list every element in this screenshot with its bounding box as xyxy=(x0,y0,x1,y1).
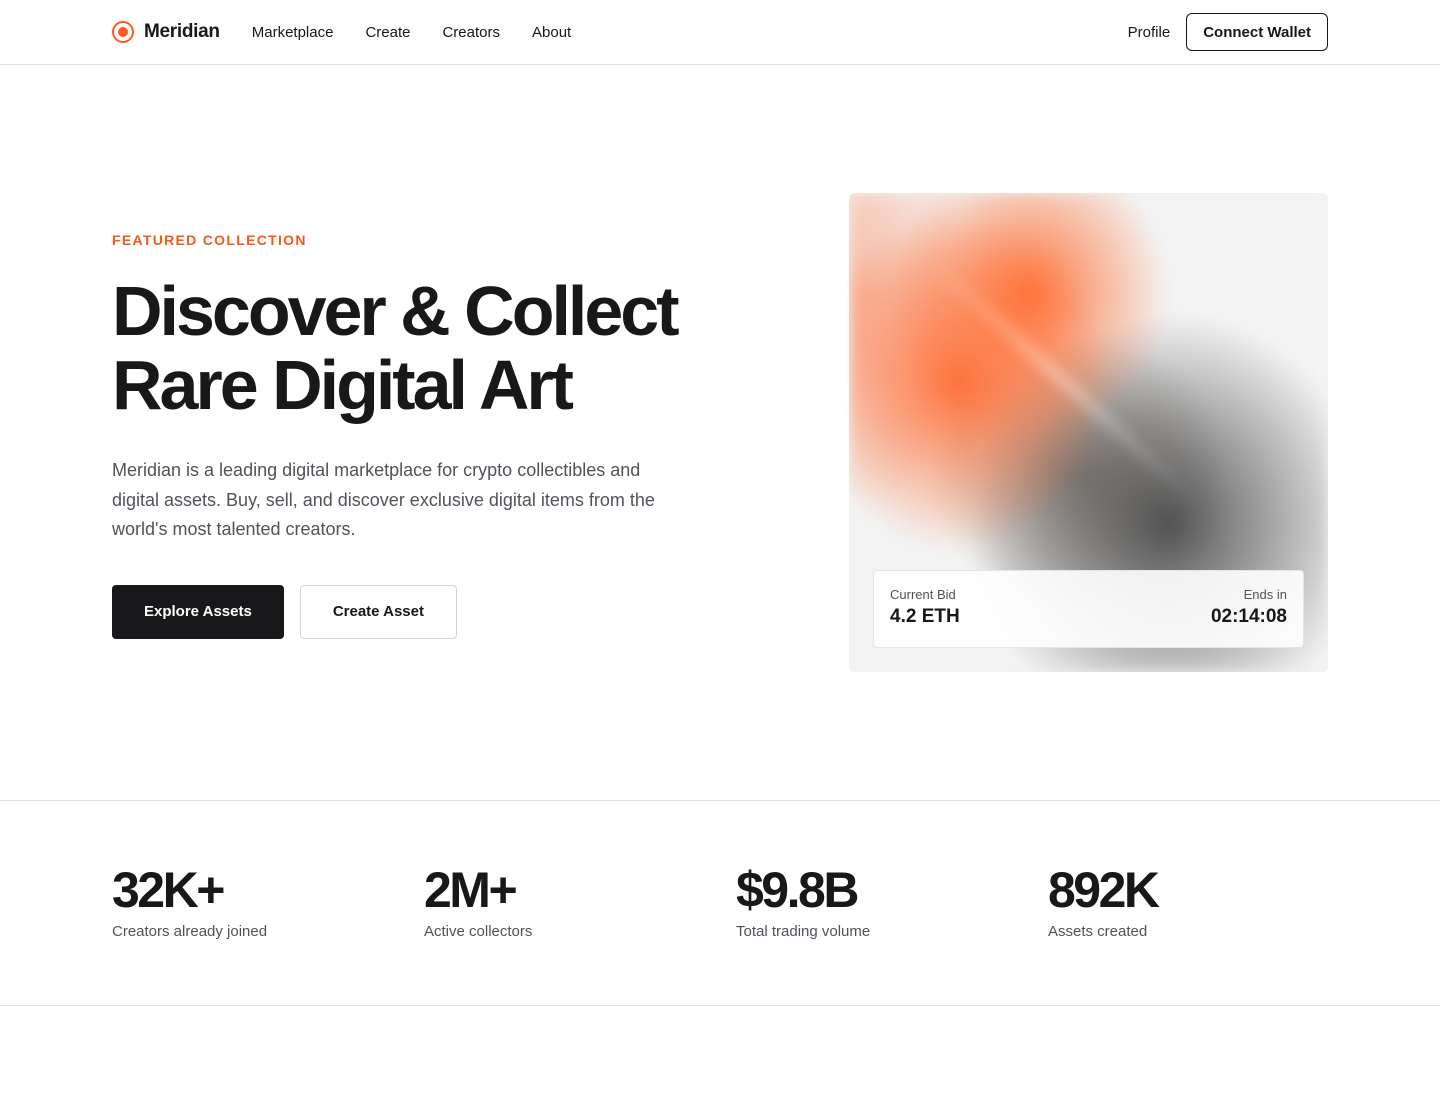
brand-logo[interactable]: Meridian xyxy=(112,21,220,43)
main-nav: Marketplace Create Creators About xyxy=(252,24,571,41)
featured-artwork-card[interactable]: Current Bid 4.2 ETH Ends in 02:14:08 xyxy=(849,193,1328,672)
connect-wallet-button[interactable]: Connect Wallet xyxy=(1186,13,1328,51)
ends-in-value: 02:14:08 xyxy=(1210,606,1287,627)
create-asset-button[interactable]: Create Asset xyxy=(299,584,457,639)
stat-value: 2M+ xyxy=(424,862,518,918)
current-bid-label: Current Bid xyxy=(890,587,956,602)
header-actions: Profile Connect Wallet xyxy=(1128,13,1328,51)
hero-actions: Explore Assets Create Asset xyxy=(112,584,732,639)
hero-description: Meridian is a leading digital marketplac… xyxy=(112,460,655,539)
hero-section: FEATURED COLLECTION Discover & Collect R… xyxy=(112,232,732,639)
stat-value: $9.8B xyxy=(736,862,859,918)
current-bid: Current Bid 4.2 ETH xyxy=(890,587,960,631)
stat-value: 892K xyxy=(1048,862,1160,918)
hero-title: Discover & Collect Rare Digital Art xyxy=(112,274,732,422)
hero-title-line-2: Rare Digital Art xyxy=(112,346,574,424)
stat-label: Active collectors xyxy=(424,923,533,940)
stat-label: Assets created xyxy=(1048,923,1148,940)
hero-title-line-1: Discover & Collect xyxy=(112,272,680,350)
site-header: Meridian Marketplace Create Creators Abo… xyxy=(0,0,1440,65)
stats-section: 32K+ Creators already joined 2M+ Active … xyxy=(0,800,1440,1006)
profile-link[interactable]: Profile xyxy=(1128,24,1171,41)
radio-target-icon xyxy=(112,21,134,43)
nav-item-create[interactable]: Create xyxy=(365,24,410,41)
bid-panel: Current Bid 4.2 ETH Ends in 02:14:08 xyxy=(873,570,1304,648)
stat-assets: 892K Assets created xyxy=(1048,861,1348,940)
nav-item-marketplace[interactable]: Marketplace xyxy=(252,24,334,41)
stat-value: 32K+ xyxy=(112,862,225,918)
stat-label: Creators already joined xyxy=(112,923,268,940)
nav-item-creators[interactable]: Creators xyxy=(442,24,500,41)
explore-assets-button[interactable]: Explore Assets xyxy=(112,584,284,639)
stat-collectors: 2M+ Active collectors xyxy=(424,861,724,940)
stat-creators: 32K+ Creators already joined xyxy=(112,861,412,940)
stat-label: Total trading volume xyxy=(736,923,871,940)
brand-name: Meridian xyxy=(144,21,220,42)
ends-in-label: Ends in xyxy=(1243,587,1287,602)
current-bid-value: 4.2 ETH xyxy=(890,606,960,627)
nav-item-about[interactable]: About xyxy=(532,24,571,41)
hero-eyebrow: FEATURED COLLECTION xyxy=(112,232,307,248)
auction-countdown: Ends in 02:14:08 xyxy=(1211,587,1287,631)
stat-volume: $9.8B Total trading volume xyxy=(736,861,1036,940)
